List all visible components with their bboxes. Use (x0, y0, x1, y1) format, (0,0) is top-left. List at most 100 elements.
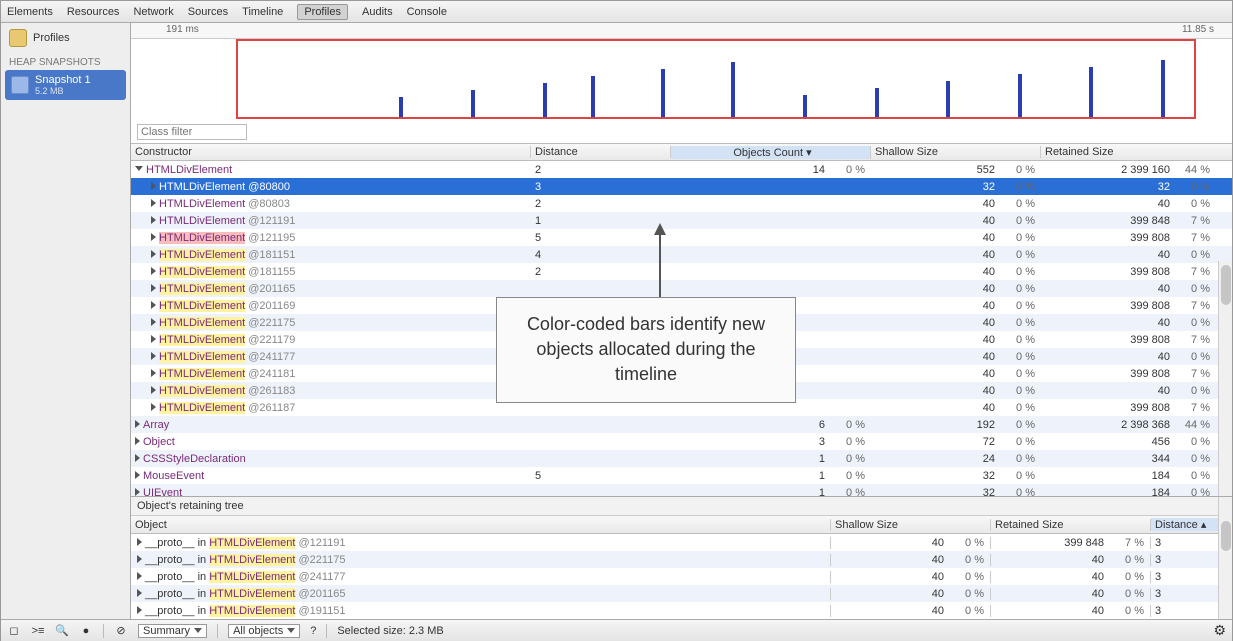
cell-distance: 5 (531, 470, 671, 482)
tab-elements[interactable]: Elements (7, 6, 53, 18)
col-header-retained[interactable]: Retained Size (1041, 146, 1232, 158)
cell-shallow: 40 (871, 300, 1001, 312)
expand-icon[interactable] (135, 166, 143, 171)
expand-icon[interactable] (151, 216, 156, 224)
objects-grid: Constructor Distance Objects Count ▾ Sha… (131, 143, 1232, 496)
expand-icon[interactable] (135, 420, 140, 428)
record-icon[interactable]: ● (79, 624, 93, 638)
col-header-distance[interactable]: Distance (531, 146, 671, 158)
tab-audits[interactable]: Audits (362, 6, 393, 18)
allocation-bar[interactable] (1089, 67, 1093, 117)
retain-address: @121191 (298, 537, 345, 549)
allocation-bar[interactable] (875, 88, 879, 117)
object-row[interactable]: HTMLDivElement @1811514400 %400 % (131, 246, 1232, 263)
retain-col-retained[interactable]: Retained Size (991, 519, 1151, 531)
expand-icon[interactable] (135, 488, 140, 496)
expand-icon[interactable] (137, 555, 142, 563)
scrollbar-vertical[interactable] (1218, 261, 1232, 496)
object-row[interactable]: Array 60 %1920 %2 398 36844 % (131, 416, 1232, 433)
tab-sources[interactable]: Sources (188, 6, 228, 18)
expand-icon[interactable] (135, 471, 140, 479)
selection-box[interactable] (236, 39, 1196, 119)
expand-icon[interactable] (151, 182, 156, 190)
constructor-name: CSSStyleDeclaration (143, 453, 246, 465)
expand-icon[interactable] (151, 199, 156, 207)
object-row[interactable]: UIEvent 10 %320 %1840 % (131, 484, 1232, 496)
tab-console[interactable]: Console (407, 6, 447, 18)
object-row[interactable]: Object 30 %720 %4560 % (131, 433, 1232, 450)
cell-retained-pct: 44 % (1176, 419, 1216, 431)
col-header-constructor[interactable]: Constructor (131, 146, 531, 158)
expand-icon[interactable] (137, 589, 142, 597)
col-header-objects-count[interactable]: Objects Count ▾ (671, 146, 871, 159)
object-row[interactable]: CSSStyleDeclaration 10 %240 %3440 % (131, 450, 1232, 467)
object-row[interactable]: HTMLDivElement @1211955400 %399 8087 % (131, 229, 1232, 246)
cell-shallow-pct: 0 % (1001, 266, 1041, 278)
object-row[interactable]: HTMLDivElement 2140 %5520 %2 399 16044 % (131, 161, 1232, 178)
allocation-bar[interactable] (661, 69, 665, 117)
allocation-bar[interactable] (543, 83, 547, 117)
expand-icon[interactable] (151, 369, 156, 377)
allocation-timeline[interactable] (131, 39, 1232, 121)
search-icon[interactable]: 🔍 (55, 624, 69, 638)
view-select[interactable]: Summary (138, 624, 207, 638)
tab-resources[interactable]: Resources (67, 6, 120, 18)
retain-header[interactable]: Object Shallow Size Retained Size Distan… (131, 516, 1232, 534)
expand-icon[interactable] (135, 437, 140, 445)
retain-col-shallow[interactable]: Shallow Size (831, 519, 991, 531)
retain-row[interactable]: __proto__ in HTMLDivElement @191151400 %… (131, 602, 1232, 619)
retain-row[interactable]: __proto__ in HTMLDivElement @201165400 %… (131, 585, 1232, 602)
tab-profiles[interactable]: Profiles (297, 4, 348, 20)
settings-icon[interactable]: ⚙ (1213, 622, 1226, 639)
allocation-bar[interactable] (399, 97, 403, 117)
expand-icon[interactable] (151, 250, 156, 258)
retain-row[interactable]: __proto__ in HTMLDivElement @241177400 %… (131, 568, 1232, 585)
allocation-bar[interactable] (803, 95, 807, 117)
constructor-name: Array (143, 419, 169, 431)
col-header-shallow[interactable]: Shallow Size (871, 146, 1041, 158)
allocation-bar[interactable] (1018, 74, 1022, 117)
object-row[interactable]: HTMLDivElement @808003320 %320 % (131, 178, 1232, 195)
tab-timeline[interactable]: Timeline (242, 6, 283, 18)
help-icon[interactable]: ? (310, 625, 316, 637)
expand-icon[interactable] (151, 403, 156, 411)
class-filter-input[interactable] (137, 124, 247, 140)
object-row[interactable]: HTMLDivElement @1811552400 %399 8087 % (131, 263, 1232, 280)
expand-icon[interactable] (151, 301, 156, 309)
expand-icon[interactable] (135, 454, 140, 462)
dock-icon[interactable]: ◻ (7, 624, 21, 638)
expand-icon[interactable] (137, 572, 142, 580)
scope-select[interactable]: All objects (228, 624, 300, 638)
object-row[interactable]: MouseEvent 510 %320 %1840 % (131, 467, 1232, 484)
object-row[interactable]: HTMLDivElement @1211911400 %399 8487 % (131, 212, 1232, 229)
allocation-bar[interactable] (946, 81, 950, 117)
expand-icon[interactable] (151, 335, 156, 343)
expand-icon[interactable] (151, 386, 156, 394)
allocation-bar[interactable] (1161, 60, 1165, 117)
console-icon[interactable]: >≡ (31, 624, 45, 638)
expand-icon[interactable] (151, 318, 156, 326)
expand-icon[interactable] (137, 606, 142, 614)
cell-retained-pct: 0 % (1176, 317, 1216, 329)
allocation-bar[interactable] (471, 90, 475, 117)
tab-network[interactable]: Network (133, 6, 173, 18)
object-row[interactable]: HTMLDivElement @808032400 %400 % (131, 195, 1232, 212)
expand-icon[interactable] (151, 267, 156, 275)
expand-icon[interactable] (151, 233, 156, 241)
expand-icon[interactable] (151, 284, 156, 292)
retain-col-object[interactable]: Object (131, 519, 831, 531)
clear-icon[interactable]: ⊘ (114, 624, 128, 638)
expand-icon[interactable] (137, 538, 142, 546)
retain-row[interactable]: __proto__ in HTMLDivElement @121191400 %… (131, 534, 1232, 551)
allocation-bar[interactable] (731, 62, 735, 117)
allocation-bar[interactable] (591, 76, 595, 117)
cell-obj-pct: 0 % (831, 470, 871, 482)
snapshot-item[interactable]: Snapshot 1 5.2 MB (5, 70, 126, 100)
cell-retained: 40 (1041, 317, 1176, 329)
cell-retained-pct: 7 % (1176, 402, 1216, 414)
retain-row[interactable]: __proto__ in HTMLDivElement @221175400 %… (131, 551, 1232, 568)
expand-icon[interactable] (151, 352, 156, 360)
grid-header[interactable]: Constructor Distance Objects Count ▾ Sha… (131, 143, 1232, 161)
object-row[interactable]: HTMLDivElement @201165400 %400 % (131, 280, 1232, 297)
retain-scrollbar[interactable] (1218, 497, 1232, 619)
